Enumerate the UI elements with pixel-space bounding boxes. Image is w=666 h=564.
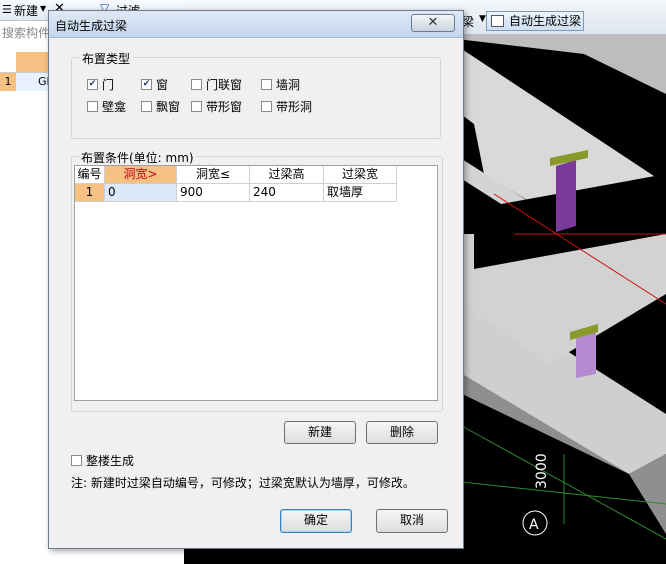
cell-width-gt[interactable]: 0 [105,184,177,202]
checkbox-strip-window-label: 带形窗 [206,100,243,114]
checkbox-window-box[interactable]: ✔ [141,79,152,90]
checkbox-niche-label: 壁龛 [102,100,127,114]
axis-label: A [529,517,539,533]
checkbox-strip-hole-label: 带形洞 [276,100,313,114]
checkbox-door-label: 门 [102,78,115,92]
grid-corner [0,52,17,72]
column-header-beam-width[interactable]: 过梁宽 [324,166,397,184]
ok-button[interactable]: 确定 [280,509,352,533]
layout-type-label: 布置类型 [79,50,134,67]
close-button[interactable]: ✕ [411,14,455,32]
auto-lintel-toolbar-label: 自动生成过梁 [509,14,582,28]
new-icon[interactable]: ☰ [2,3,12,16]
checkbox-wall-hole-label: 墙洞 [276,78,301,92]
checkbox-whole-building-box[interactable] [71,455,82,466]
column-header-width-gt[interactable]: 洞宽> [105,166,177,184]
conditions-label: 布置条件(单位: mm) [79,149,196,166]
checkbox-bay-window-box[interactable] [141,101,152,112]
cancel-button[interactable]: 取消 [376,509,448,533]
dialog-titlebar[interactable]: 自动生成过梁 ✕ [49,11,463,38]
column-header-id[interactable]: 编号 [75,166,105,184]
checkbox-strip-window-box[interactable] [191,101,202,112]
note-text: 注: 新建时过梁自动编号，可修改；过梁宽默认为墙厚，可修改。 [71,476,415,490]
conditions-table[interactable]: 编号 洞宽> 洞宽≤ 过梁高 过梁宽 1 0 900 240 取墙厚 [74,165,438,401]
column-header-width-le[interactable]: 洞宽≤ [177,166,250,184]
cell-beam-width[interactable]: 取墙厚 [324,184,397,202]
layout-type-group [71,57,441,139]
auto-lintel-toolbar-button[interactable]: 自动生成过梁 [486,11,584,31]
chevron-down-icon[interactable]: ▼ [40,4,46,13]
checkbox-bay-window-label: 飘窗 [156,100,181,114]
close-icon: ✕ [427,15,439,30]
chevron-down-icon[interactable]: ▼ [479,14,486,24]
checkbox-wall-hole-box[interactable] [261,79,272,90]
door-opening [556,160,576,232]
lintel-icon [491,15,504,27]
checkbox-niche-box[interactable] [87,101,98,112]
cell-width-le[interactable]: 900 [177,184,250,202]
new-row-button[interactable]: 新建 [284,421,356,444]
checkbox-window-label: 窗 [156,78,169,92]
new-component-button[interactable]: 新建 [14,2,38,19]
row-number: 1 [0,73,16,91]
checkbox-whole-building-label: 整楼生成 [86,454,135,468]
checkbox-door-window-label: 门联窗 [206,78,243,92]
auto-lintel-dialog: 自动生成过梁 ✕ 布置类型 ✔ 门 ✔ 窗 门联窗 墙洞 壁龛 飘窗 带形窗 带… [48,10,464,549]
delete-row-button[interactable]: 删除 [366,421,438,444]
checkbox-strip-hole-box[interactable] [261,101,272,112]
dimension-label: 3000 [534,453,550,489]
column-header-beam-height[interactable]: 过梁高 [250,166,324,184]
cell-beam-height[interactable]: 240 [250,184,324,202]
table-row-number[interactable]: 1 [75,184,105,202]
checkbox-door-box[interactable]: ✔ [87,79,98,90]
dialog-title: 自动生成过梁 [55,19,128,33]
checkbox-door-window-box[interactable] [191,79,202,90]
